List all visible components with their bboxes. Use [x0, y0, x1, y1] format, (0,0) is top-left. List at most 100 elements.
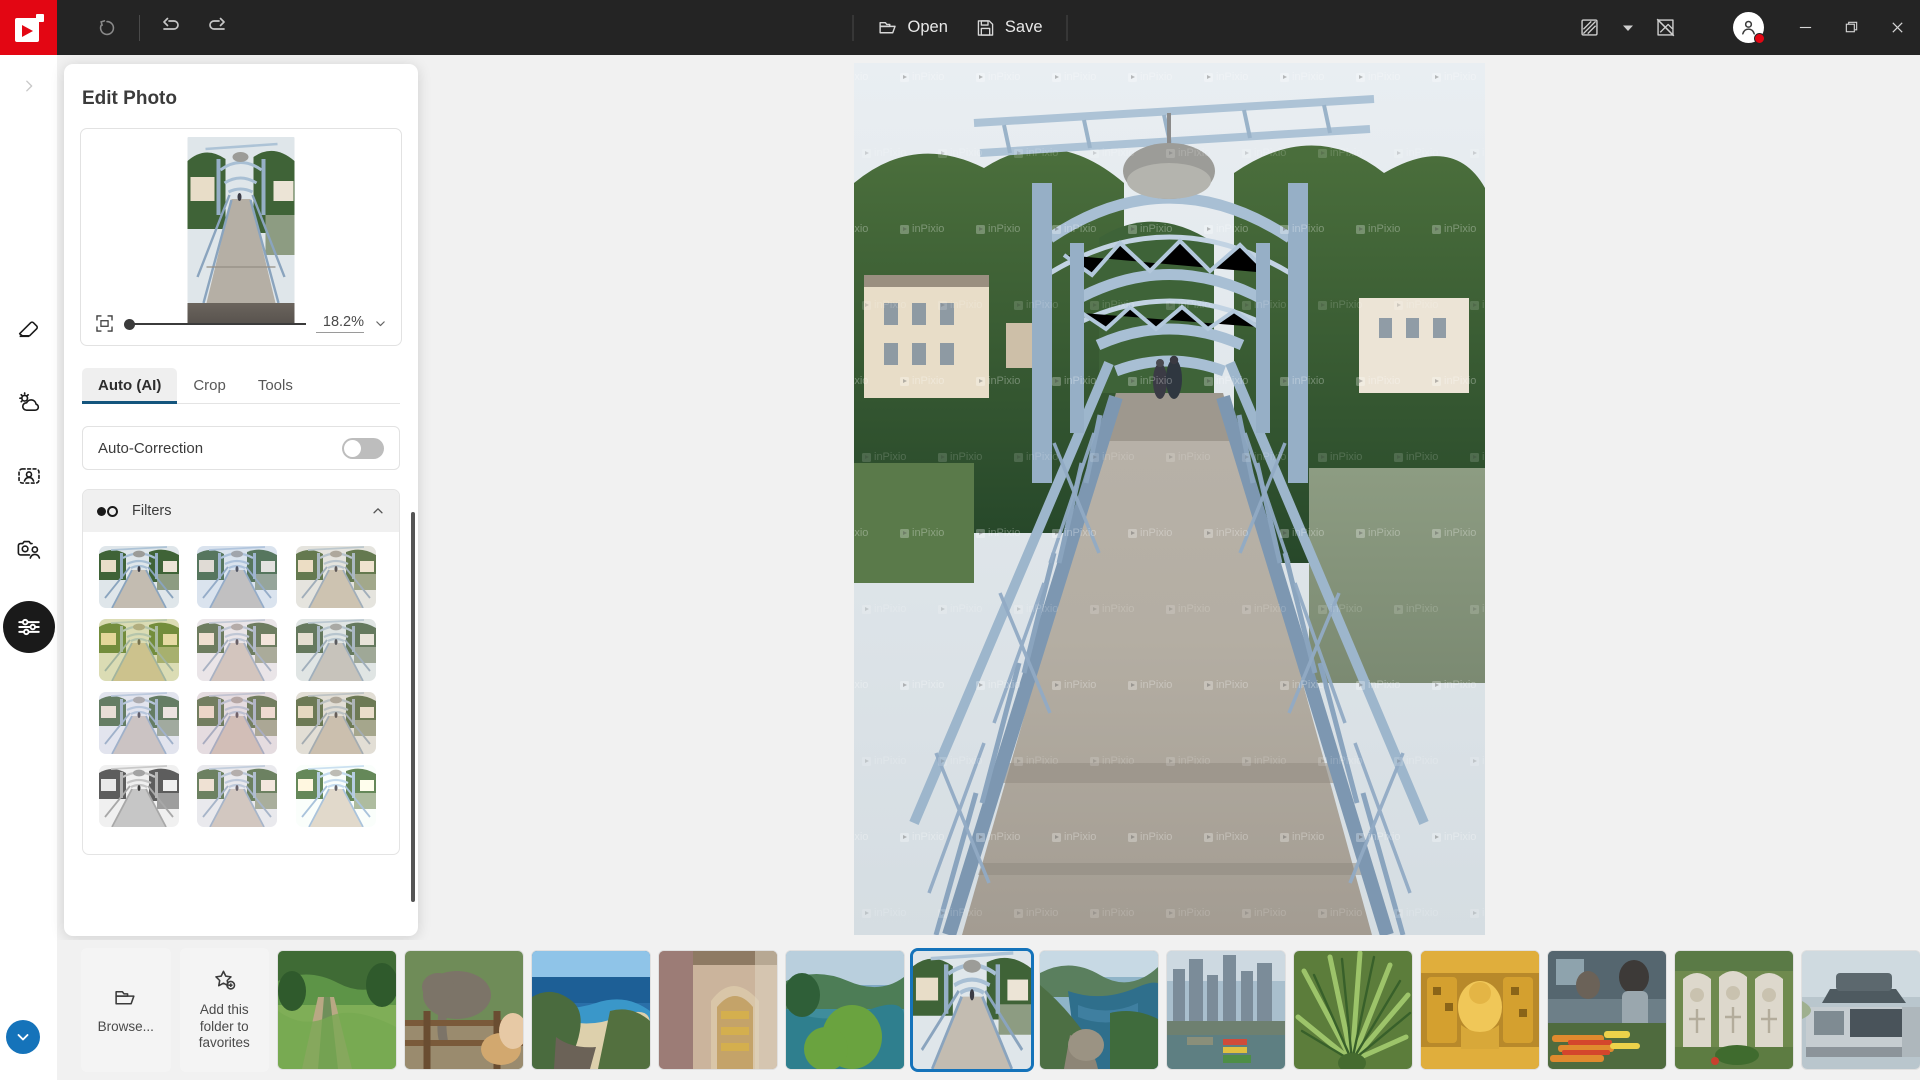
- thumbnail-image: [405, 951, 523, 1069]
- inpixio-logo-icon: [14, 13, 44, 42]
- filter-thumb-original[interactable]: [99, 546, 179, 608]
- thumbnail-image: [913, 951, 1031, 1069]
- avatar[interactable]: [1733, 12, 1765, 44]
- filmstrip: Browse... Add this folder to favorites: [57, 940, 1920, 1080]
- filter-thumb-muted[interactable]: [295, 619, 376, 681]
- filmstrip-thumb-food-market[interactable]: [1548, 951, 1666, 1069]
- thumbnail-image: [278, 951, 396, 1069]
- save-button[interactable]: Save: [962, 8, 1057, 48]
- sidebar-item-photo-people[interactable]: [6, 527, 52, 573]
- auto-correction-toggle[interactable]: [342, 437, 384, 459]
- browse-button[interactable]: Browse...: [81, 948, 171, 1072]
- toggle-knob: [344, 439, 361, 457]
- sidebar-item-eraser[interactable]: [6, 305, 52, 351]
- filmstrip-thumb-elephant[interactable]: [405, 951, 523, 1069]
- save-disk-icon: [976, 18, 996, 38]
- filter-thumb-warm[interactable]: [295, 546, 376, 608]
- filter-tint-overlay: [295, 619, 376, 681]
- compare-button[interactable]: [1567, 6, 1611, 50]
- close-button[interactable]: [1874, 0, 1920, 55]
- rail-collapse-button[interactable]: [6, 1020, 40, 1054]
- toolbar-divider-left: [852, 14, 854, 41]
- thumbnail-image: [659, 951, 777, 1069]
- filmstrip-thumb-coastal-beach[interactable]: [532, 951, 650, 1069]
- compare-dropdown-button[interactable]: [1613, 6, 1643, 50]
- filters-header[interactable]: Filters: [83, 490, 399, 532]
- filter-tint-overlay: [295, 765, 376, 827]
- redo-button[interactable]: [194, 6, 238, 50]
- filmstrip-thumb-rice-terraces[interactable]: [278, 951, 396, 1069]
- filter-thumb-soft-rose[interactable]: [197, 619, 278, 681]
- reset-button[interactable]: [85, 6, 129, 50]
- zoom-controls: 18.2%: [81, 314, 401, 333]
- thumbnail-image: [1675, 951, 1793, 1069]
- filmstrip-thumb-mountain-lake[interactable]: [1040, 951, 1158, 1069]
- filmstrip-thumb-camper-van[interactable]: [1802, 951, 1920, 1069]
- filter-thumb-cool[interactable]: [197, 546, 278, 608]
- chevron-up-icon[interactable]: [371, 504, 385, 518]
- filter-thumb-bright[interactable]: [295, 765, 376, 827]
- favorites-label: Add this folder to favorites: [198, 1001, 250, 1051]
- expand-sidebar-button[interactable]: [0, 67, 57, 105]
- sidebar-item-portrait[interactable]: [6, 453, 52, 499]
- filter-thumb-sepia[interactable]: [295, 692, 376, 754]
- minimize-button[interactable]: [1782, 0, 1828, 55]
- folder-open-icon: [878, 17, 899, 38]
- open-label: Open: [907, 18, 948, 36]
- star-plus-icon: [212, 968, 237, 993]
- zoom-value[interactable]: 18.2%: [316, 314, 364, 333]
- auto-correction-label: Auto-Correction: [98, 439, 204, 457]
- filter-tint-overlay: [197, 619, 278, 681]
- hide-overlay-button[interactable]: [1643, 6, 1687, 50]
- filmstrip-thumb-temple-arch[interactable]: [659, 951, 777, 1069]
- thumbnail-image: [1294, 951, 1412, 1069]
- filmstrip-thumb-palm-fronds[interactable]: [1294, 951, 1412, 1069]
- thumbnail-image: [1167, 951, 1285, 1069]
- filmstrip-thumb-gold-carving[interactable]: [1421, 951, 1539, 1069]
- filter-thumb-pastel[interactable]: [197, 765, 278, 827]
- tab-auto-ai[interactable]: Auto (AI): [82, 368, 178, 404]
- filmstrip-thumbnails: [278, 951, 1920, 1069]
- sidebar-item-sky-replace[interactable]: [6, 379, 52, 425]
- filter-tint-overlay: [197, 765, 278, 827]
- filters-section: Filters: [82, 489, 400, 855]
- toolbar-divider-right: [1066, 14, 1068, 41]
- zoom-knob[interactable]: [124, 318, 135, 330]
- filter-thumb-blush[interactable]: [197, 692, 278, 754]
- tab-crop[interactable]: Crop: [177, 368, 242, 403]
- chevron-down-icon[interactable]: [374, 317, 387, 330]
- history-toolbar: [85, 6, 238, 50]
- filmstrip-thumb-lake-greenery[interactable]: [786, 951, 904, 1069]
- rail-icon-list: [0, 305, 57, 653]
- sidebar-item-adjustments[interactable]: [2, 601, 55, 653]
- zoom-track: [132, 322, 306, 325]
- auto-correction-row: Auto-Correction: [82, 426, 400, 470]
- tab-label: Auto (AI): [98, 377, 162, 394]
- photo-image: [854, 63, 1485, 935]
- toolbar-divider: [139, 14, 140, 41]
- panel-scrollbar[interactable]: [411, 512, 415, 902]
- filter-tint-overlay: [99, 765, 179, 827]
- filter-thumb-mono[interactable]: [99, 765, 179, 827]
- browse-label: Browse...: [97, 1018, 154, 1034]
- folder-icon: [113, 985, 138, 1010]
- main-photo[interactable]: inPixioinPixioinPixioinPixioinPixioinPix…: [854, 63, 1485, 935]
- tab-tools[interactable]: Tools: [242, 368, 309, 403]
- left-rail: [0, 55, 57, 1080]
- add-folder-to-favorites-button[interactable]: Add this folder to favorites: [179, 948, 269, 1072]
- filter-tint-overlay: [197, 692, 278, 754]
- filter-thumb-lavender[interactable]: [99, 692, 179, 754]
- fit-to-screen-icon[interactable]: [95, 314, 114, 333]
- undo-button[interactable]: [150, 6, 194, 50]
- tab-label: Crop: [193, 377, 226, 394]
- filter-thumb-vivid-yellow[interactable]: [99, 619, 179, 681]
- open-button[interactable]: Open: [864, 8, 962, 48]
- thumbnail-image: [1802, 951, 1920, 1069]
- filmstrip-thumb-headstones[interactable]: [1675, 951, 1793, 1069]
- zoom-slider[interactable]: [124, 317, 306, 331]
- filmstrip-thumb-city-skyline[interactable]: [1167, 951, 1285, 1069]
- filmstrip-thumb-blue-bridge[interactable]: [913, 951, 1031, 1069]
- tab-label: Tools: [257, 377, 293, 394]
- restore-button[interactable]: [1828, 0, 1874, 55]
- thumbnail-image: [1548, 951, 1666, 1069]
